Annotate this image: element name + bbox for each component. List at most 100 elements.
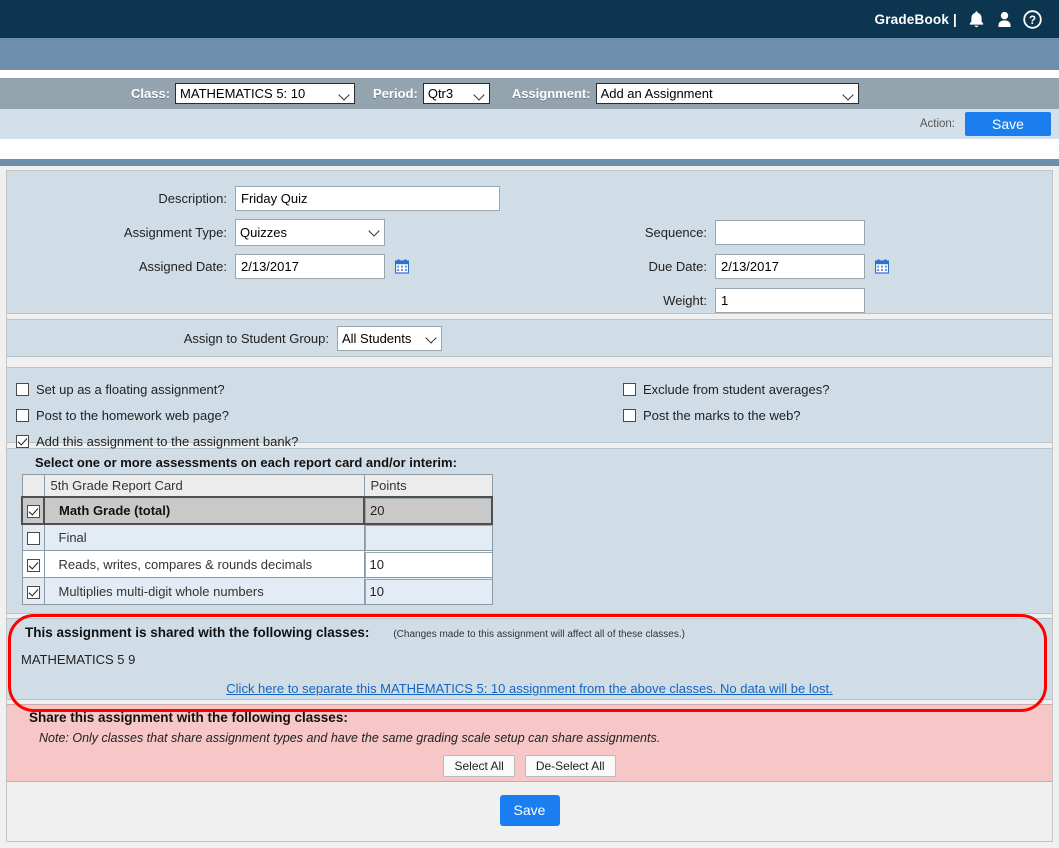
table-row[interactable]: Final bbox=[21, 523, 493, 551]
shared-class-item: MATHEMATICS 5 9 bbox=[21, 652, 136, 667]
shared-classes-title: This assignment is shared with the follo… bbox=[25, 625, 370, 640]
checkbox-final[interactable] bbox=[26, 531, 40, 545]
assessments-panel: Select one or more assessments on each r… bbox=[6, 448, 1053, 614]
action-label: Action: bbox=[919, 118, 955, 130]
sequence-label: Sequence: bbox=[644, 224, 707, 240]
assignment-select-wrap: Add an Assignment bbox=[595, 83, 859, 104]
save-button-top[interactable]: Save bbox=[965, 112, 1051, 136]
row-points-cell[interactable] bbox=[363, 495, 493, 525]
row-checkbox-cell[interactable] bbox=[21, 523, 45, 551]
row-points-cell[interactable] bbox=[363, 550, 493, 578]
section-divider bbox=[0, 159, 1059, 166]
share-assignment-panel: Share this assignment with the following… bbox=[6, 704, 1053, 782]
weight-label: Weight: bbox=[663, 292, 707, 308]
points-input-final[interactable] bbox=[364, 524, 492, 550]
assigned-date-input[interactable] bbox=[235, 253, 385, 279]
due-date-input[interactable] bbox=[715, 253, 865, 279]
footer-bar: Save bbox=[6, 784, 1053, 836]
weight-row: Weight: bbox=[567, 283, 1047, 317]
options-column-left: Set up as a floating assignment? Post to… bbox=[16, 376, 298, 454]
form-column-right: Sequence: Due Date: 2/13/2017 Weight: 1 bbox=[567, 215, 1047, 317]
row-points-cell[interactable] bbox=[363, 523, 493, 551]
row-checkbox-cell[interactable] bbox=[21, 495, 45, 525]
assignment-label: Assignment: bbox=[511, 86, 591, 101]
spacer-white-2 bbox=[0, 139, 1059, 159]
shared-classes-panel: This assignment is shared with the follo… bbox=[6, 618, 1053, 700]
user-icon[interactable] bbox=[991, 6, 1017, 32]
description-label: Description: bbox=[158, 190, 227, 206]
help-icon[interactable]: ? bbox=[1019, 6, 1045, 32]
report-card-table: 5th Grade Report Card Points Math Grade … bbox=[21, 474, 493, 605]
option-add-to-bank[interactable]: Add this assignment to the assignment ba… bbox=[16, 428, 298, 454]
form-column-left: Description: Assignment Type: Quizzes As… bbox=[7, 181, 547, 283]
share-panel-title: Share this assignment with the following… bbox=[29, 710, 348, 725]
option-post-marks-web[interactable]: Post the marks to the web? bbox=[623, 402, 829, 428]
option-label: Post the marks to the web? bbox=[643, 407, 801, 423]
student-group-select[interactable]: All Students bbox=[337, 325, 442, 351]
checkbox-post-marks-web[interactable] bbox=[623, 408, 636, 422]
assigned-date-label: Assigned Date: bbox=[138, 258, 227, 274]
deselect-all-button[interactable]: De-Select All bbox=[524, 755, 616, 777]
share-panel-buttons: Select All De-Select All bbox=[7, 755, 1052, 777]
weight-input[interactable] bbox=[715, 287, 865, 313]
assignment-type-select-wrap: Quizzes bbox=[235, 218, 385, 246]
calendar-icon-due[interactable] bbox=[875, 258, 889, 274]
row-checkbox-cell[interactable] bbox=[21, 550, 45, 578]
table-row[interactable]: Math Grade (total) bbox=[21, 495, 493, 525]
checkbox-math-grade-total[interactable] bbox=[26, 504, 40, 518]
points-input-multiplies-whole-numbers[interactable] bbox=[364, 578, 492, 604]
option-floating-assignment[interactable]: Set up as a floating assignment? bbox=[16, 376, 298, 402]
description-input[interactable] bbox=[235, 185, 500, 211]
assignment-type-select[interactable]: Quizzes bbox=[235, 218, 385, 246]
assignment-details-panel: Description: Assignment Type: Quizzes As… bbox=[6, 170, 1053, 314]
student-group-select-wrap: All Students bbox=[337, 325, 442, 351]
row-points-cell[interactable] bbox=[363, 577, 493, 605]
app-brand: GradeBook | bbox=[874, 11, 957, 27]
class-select[interactable]: MATHEMATICS 5: 10 bbox=[175, 83, 356, 104]
row-name: Multiplies multi-digit whole numbers bbox=[43, 577, 365, 605]
options-column-right: Exclude from student averages? Post the … bbox=[623, 376, 829, 428]
due-date-row: Due Date: bbox=[567, 249, 1047, 283]
period-select[interactable]: Qtr3 bbox=[422, 83, 490, 104]
row-name: Reads, writes, compares & rounds decimal… bbox=[43, 550, 365, 578]
assignment-type-label: Assignment Type: bbox=[123, 224, 227, 240]
spacer-gray bbox=[6, 357, 1053, 367]
table-row[interactable]: Multiplies multi-digit whole numbers bbox=[21, 577, 493, 605]
option-post-homework-page[interactable]: Post to the homework web page? bbox=[16, 402, 298, 428]
context-selector-bar: Class: MATHEMATICS 5: 10 Period: Qtr3 As… bbox=[0, 78, 1059, 109]
column-header-points: Points bbox=[363, 474, 493, 497]
assessments-title: Select one or more assessments on each r… bbox=[35, 455, 457, 470]
table-header-row: 5th Grade Report Card Points bbox=[21, 474, 493, 497]
points-input-reads-writes-decimals[interactable] bbox=[364, 551, 492, 577]
checkbox-floating-assignment[interactable] bbox=[16, 382, 29, 396]
checkbox-add-to-bank[interactable] bbox=[16, 434, 29, 448]
share-panel-note: Note: Only classes that share assignment… bbox=[39, 731, 661, 745]
checkbox-multiplies-whole-numbers[interactable] bbox=[26, 585, 40, 599]
shared-classes-header: This assignment is shared with the follo… bbox=[7, 625, 1052, 640]
bell-icon[interactable] bbox=[963, 6, 989, 32]
checkbox-reads-writes-decimals[interactable] bbox=[26, 558, 40, 572]
assigned-date-row: Assigned Date: bbox=[7, 249, 547, 283]
calendar-icon-assigned[interactable] bbox=[395, 258, 409, 274]
sequence-input[interactable] bbox=[715, 219, 865, 245]
due-date-label: Due Date: bbox=[648, 258, 707, 274]
save-button-bottom[interactable]: Save bbox=[499, 794, 560, 826]
table-row[interactable]: Reads, writes, compares & rounds decimal… bbox=[21, 550, 493, 578]
assignment-select[interactable]: Add an Assignment bbox=[595, 83, 859, 104]
class-select-wrap: MATHEMATICS 5: 10 bbox=[175, 83, 356, 104]
row-checkbox-cell[interactable] bbox=[21, 577, 45, 605]
assignment-type-row: Assignment Type: Quizzes bbox=[7, 215, 547, 249]
period-label: Period: bbox=[373, 86, 418, 101]
secondary-nav-band bbox=[0, 38, 1059, 70]
student-group-panel: Assign to Student Group: All Students bbox=[6, 319, 1053, 357]
points-input-math-grade-total[interactable] bbox=[365, 497, 491, 523]
checkbox-post-homework-page[interactable] bbox=[16, 408, 29, 422]
option-label: Post to the homework web page? bbox=[36, 407, 229, 423]
spacer-white-1 bbox=[0, 70, 1059, 78]
separate-assignment-link[interactable]: Click here to separate this MATHEMATICS … bbox=[7, 681, 1052, 696]
checkbox-exclude-averages[interactable] bbox=[623, 382, 636, 396]
option-label: Exclude from student averages? bbox=[643, 381, 830, 397]
column-header-select bbox=[21, 474, 45, 497]
select-all-button[interactable]: Select All bbox=[443, 755, 515, 777]
option-exclude-averages[interactable]: Exclude from student averages? bbox=[623, 376, 829, 402]
